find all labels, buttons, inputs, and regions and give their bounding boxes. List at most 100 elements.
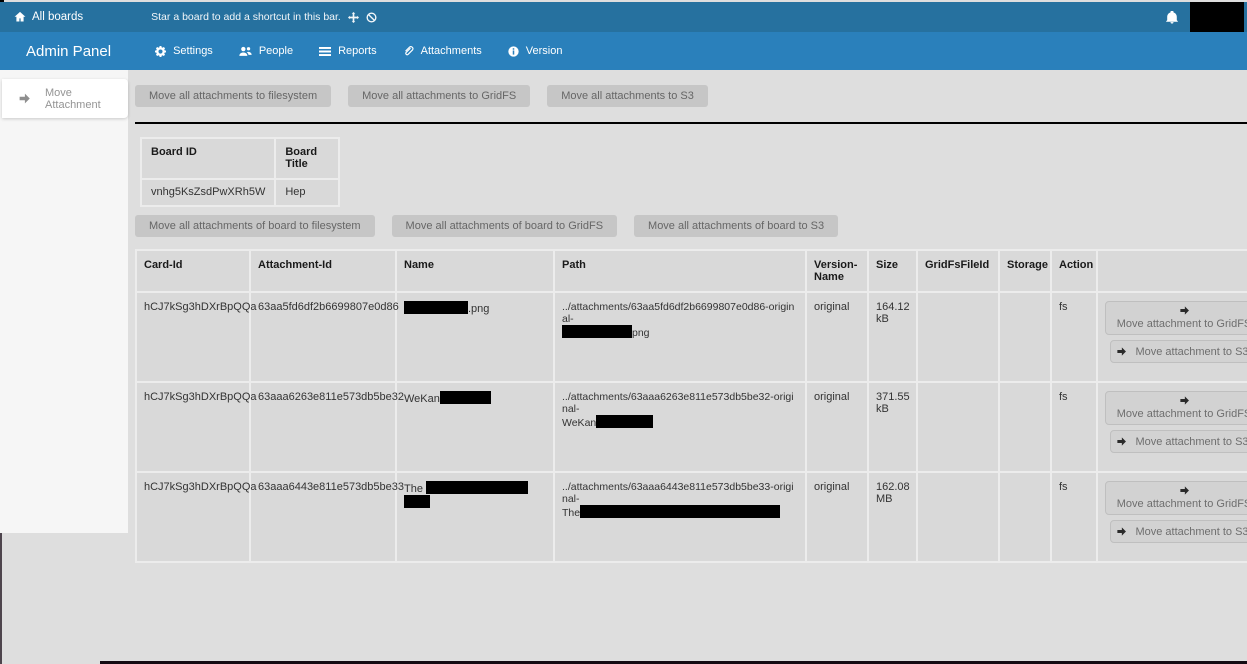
board-id-cell: vnhg5KsZsdPwXRh5W bbox=[142, 180, 274, 205]
menu-item-reports[interactable]: Reports bbox=[319, 45, 377, 57]
sidebar: Move Attachment bbox=[0, 70, 128, 533]
button-label: Move attachment to GridFS bbox=[1117, 317, 1247, 331]
redacted-text bbox=[596, 415, 653, 428]
cell-storage bbox=[1000, 293, 1050, 381]
move-attachment-to-s3-button[interactable]: Move attachment to S3 bbox=[1110, 430, 1247, 453]
divider bbox=[135, 122, 1247, 124]
cell-name: The bbox=[397, 473, 553, 561]
attachment-row: hCJ7kSg3hDXrBpQQa63aaa6443e811e573db5be3… bbox=[137, 473, 1247, 561]
cell-storage bbox=[1000, 473, 1050, 561]
info-icon bbox=[508, 46, 519, 57]
arrow-right-icon bbox=[1179, 395, 1190, 406]
cell-size: 162.08 MB bbox=[869, 473, 916, 561]
buttons-header bbox=[1098, 251, 1247, 291]
menu-label: Settings bbox=[173, 45, 213, 57]
cell-version-name: original bbox=[807, 293, 867, 381]
menu-item-settings[interactable]: Settings bbox=[155, 45, 213, 57]
cell-gridfsfileid bbox=[918, 293, 998, 381]
home-icon bbox=[14, 11, 26, 23]
move-attachment-to-gridfs-button[interactable]: Move attachment to GridFS bbox=[1105, 301, 1247, 335]
cell-path: ../attachments/63aa5fd6df2b6699807e0d86-… bbox=[555, 293, 805, 381]
menu-label: Attachments bbox=[421, 45, 482, 57]
attachment-row: hCJ7kSg3hDXrBpQQa63aa5fd6df2b6699807e0d8… bbox=[137, 293, 1247, 381]
admin-header: Admin Panel Settings People Reports Atta… bbox=[0, 32, 1247, 70]
sidebar-item-label: Move Attachment bbox=[45, 87, 128, 111]
button-label: Move attachment to S3 bbox=[1135, 526, 1247, 538]
board-toolbar: Move all attachments of board to filesys… bbox=[135, 215, 1247, 237]
sidebar-item-move-attachment[interactable]: Move Attachment bbox=[2, 79, 128, 118]
arrow-right-icon bbox=[18, 92, 31, 105]
menu-item-version[interactable]: Version bbox=[508, 45, 563, 57]
global-toolbar: Move all attachments to filesystem Move … bbox=[135, 85, 1247, 107]
move-all-to-s3-button[interactable]: Move all attachments to S3 bbox=[547, 85, 708, 107]
cell-gridfsfileid bbox=[918, 383, 998, 471]
version-name-header: Version-Name bbox=[807, 251, 867, 291]
button-label: Move attachment to S3 bbox=[1135, 346, 1247, 358]
move-attachment-to-gridfs-button[interactable]: Move attachment to GridFS bbox=[1105, 391, 1247, 425]
button-label: Move attachment to GridFS bbox=[1117, 497, 1247, 511]
attachment-row: hCJ7kSg3hDXrBpQQa63aaa6263e811e573db5be3… bbox=[137, 383, 1247, 471]
cell-buttons: Move attachment to GridFS Move attachment… bbox=[1098, 383, 1247, 471]
main-content: Move all attachments to filesystem Move … bbox=[135, 70, 1247, 563]
cell-size: 371.55 kB bbox=[869, 383, 916, 471]
cell-attachment-id: 63aaa6443e811e573db5be33 bbox=[251, 473, 395, 561]
board-table: Board ID Board Title vnhg5KsZsdPwXRh5W H… bbox=[140, 137, 340, 207]
cell-name: .png bbox=[397, 293, 553, 381]
cell-version-name: original bbox=[807, 383, 867, 471]
cell-card-id: hCJ7kSg3hDXrBpQQa bbox=[137, 473, 249, 561]
top-bar: All boards Star a board to add a shortcu… bbox=[0, 2, 1247, 32]
all-boards-link[interactable]: All boards bbox=[0, 11, 95, 23]
name-header: Name bbox=[397, 251, 553, 291]
cell-version-name: original bbox=[807, 473, 867, 561]
user-avatar-redacted[interactable] bbox=[1190, 2, 1244, 32]
move-all-to-filesystem-button[interactable]: Move all attachments to filesystem bbox=[135, 85, 331, 107]
cell-card-id: hCJ7kSg3hDXrBpQQa bbox=[137, 383, 249, 471]
button-label: Move attachment to S3 bbox=[1135, 436, 1247, 448]
cell-path: ../attachments/63aaa6443e811e573db5be33-… bbox=[555, 473, 805, 561]
move-attachment-to-s3-button[interactable]: Move attachment to S3 bbox=[1110, 520, 1247, 543]
attachments-table: Card-Id Attachment-Id Name Path Version-… bbox=[135, 249, 1247, 563]
action-header: Action bbox=[1052, 251, 1096, 291]
button-label: Move attachment to GridFS bbox=[1117, 407, 1247, 421]
gear-icon bbox=[155, 46, 166, 57]
cell-name: WeKan bbox=[397, 383, 553, 471]
redacted-text bbox=[580, 505, 780, 518]
cell-attachment-id: 63aaa6263e811e573db5be32 bbox=[251, 383, 395, 471]
menu-label: Reports bbox=[338, 45, 377, 57]
move-board-to-filesystem-button[interactable]: Move all attachments of board to filesys… bbox=[135, 215, 375, 237]
cell-action: fs bbox=[1052, 293, 1096, 381]
move-board-to-gridfs-button[interactable]: Move all attachments of board to GridFS bbox=[392, 215, 617, 237]
card-id-header: Card-Id bbox=[137, 251, 249, 291]
board-row: vnhg5KsZsdPwXRh5W Hep bbox=[142, 180, 338, 205]
all-boards-label: All boards bbox=[32, 11, 83, 23]
arrow-right-icon bbox=[1179, 305, 1190, 316]
move-all-to-gridfs-button[interactable]: Move all attachments to GridFS bbox=[348, 85, 530, 107]
path-header: Path bbox=[555, 251, 805, 291]
storage-header: Storage bbox=[1000, 251, 1050, 291]
cell-path: ../attachments/63aaa6263e811e573db5be32-… bbox=[555, 383, 805, 471]
cell-storage bbox=[1000, 383, 1050, 471]
move-icon[interactable] bbox=[348, 12, 359, 23]
attachments-header-row: Card-Id Attachment-Id Name Path Version-… bbox=[137, 251, 1247, 291]
menu-item-attachments[interactable]: Attachments bbox=[403, 45, 482, 57]
paperclip-icon bbox=[403, 45, 414, 57]
cell-buttons: Move attachment to GridFS Move attachment… bbox=[1098, 293, 1247, 381]
move-attachment-to-gridfs-button[interactable]: Move attachment to GridFS bbox=[1105, 481, 1247, 515]
arrow-right-icon bbox=[1116, 526, 1127, 537]
redacted-text bbox=[426, 481, 528, 494]
menu-label: Version bbox=[526, 45, 563, 57]
notifications-bell-icon[interactable] bbox=[1166, 11, 1178, 24]
board-title-cell: Hep bbox=[276, 180, 338, 205]
cell-size: 164.12 kB bbox=[869, 293, 916, 381]
ban-icon[interactable] bbox=[366, 12, 377, 23]
menu-item-people[interactable]: People bbox=[239, 45, 293, 57]
cell-action: fs bbox=[1052, 473, 1096, 561]
gridfsfileid-header: GridFsFileId bbox=[918, 251, 998, 291]
list-icon bbox=[319, 46, 331, 57]
redacted-text bbox=[404, 495, 430, 508]
move-attachment-to-s3-button[interactable]: Move attachment to S3 bbox=[1110, 340, 1247, 363]
attachment-id-header: Attachment-Id bbox=[251, 251, 395, 291]
admin-menu: Settings People Reports Attachments Vers… bbox=[155, 45, 562, 57]
move-board-to-s3-button[interactable]: Move all attachments of board to S3 bbox=[634, 215, 838, 237]
arrow-right-icon bbox=[1116, 346, 1127, 357]
